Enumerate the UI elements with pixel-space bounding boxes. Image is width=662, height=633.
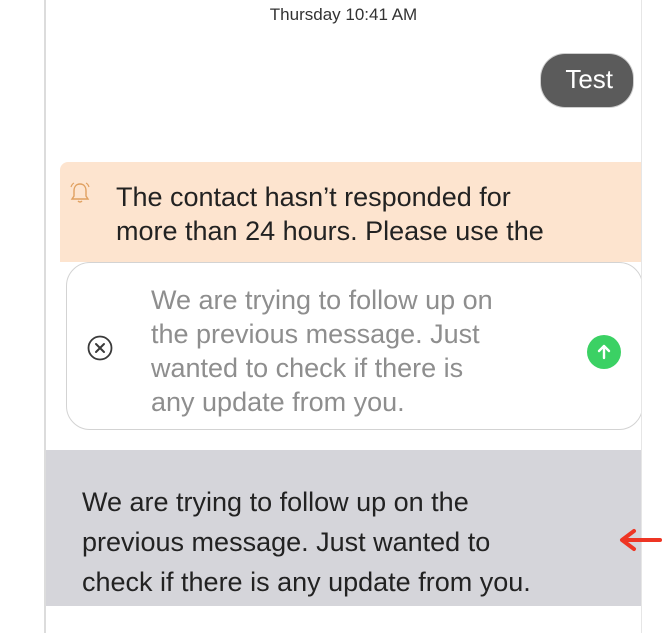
message-input-text[interactable]: We are trying to follow up on the previo…: [151, 283, 591, 419]
warning-text-line: more than 24 hours. Please use the: [116, 216, 544, 246]
bottom-edge: [46, 606, 641, 633]
suggestion-line: previous message. Just wanted to: [82, 527, 491, 557]
warning-text-line: The contact hasn’t responded for: [116, 182, 511, 212]
sent-message-bubble[interactable]: Test: [541, 54, 633, 107]
send-button[interactable]: [587, 335, 621, 369]
input-text-line: wanted to check if there is: [151, 353, 464, 383]
close-circle-icon[interactable]: [87, 335, 113, 361]
red-arrow-left-icon: [620, 529, 662, 551]
suggestion-line: We are trying to follow up on the: [82, 487, 469, 517]
input-text-line: We are trying to follow up on: [151, 285, 493, 315]
suggested-reply[interactable]: We are trying to follow up on the previo…: [46, 450, 641, 606]
bell-icon: [70, 182, 90, 203]
chat-screen: Thursday 10:41 AM Test The contact hasn’…: [44, 0, 642, 633]
message-timestamp: Thursday 10:41 AM: [269, 8, 418, 24]
message-input-box[interactable]: We are trying to follow up on the previo…: [66, 262, 641, 430]
input-text-line: the previous message. Just: [151, 319, 480, 349]
arrow-up-icon: [597, 344, 611, 360]
suggestion-line: check if there is any update from you.: [82, 567, 531, 597]
warning-text: The contact hasn’t responded for more th…: [116, 180, 629, 248]
suggested-reply-text: We are trying to follow up on the previo…: [82, 482, 641, 602]
no-response-warning-banner: The contact hasn’t responded for more th…: [60, 162, 641, 262]
input-text-line: any update from you.: [151, 387, 405, 417]
